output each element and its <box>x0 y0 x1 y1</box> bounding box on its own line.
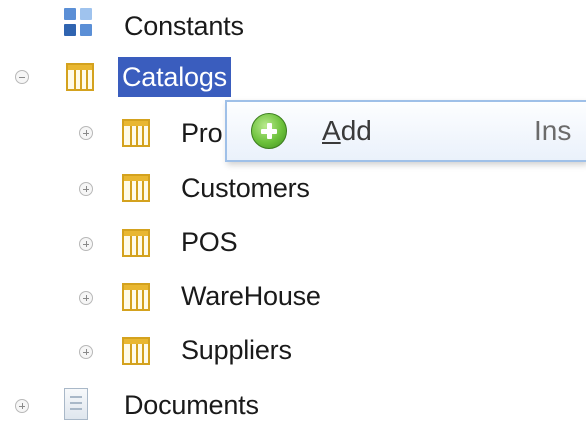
catalog-icon <box>122 283 150 311</box>
tree-node-label: Pro <box>181 118 223 148</box>
menu-item-shortcut: Ins <box>534 115 572 146</box>
tree-node-label: POS <box>181 227 238 257</box>
expand-toggle-icon[interactable] <box>15 399 29 413</box>
configuration-tree: Constants Catalogs Pro Customers POS War… <box>0 0 586 421</box>
expand-toggle-icon[interactable] <box>79 345 93 359</box>
expand-toggle-icon[interactable] <box>79 182 93 196</box>
context-menu: Add Ins <box>225 100 586 162</box>
catalog-icon <box>122 119 150 147</box>
add-icon <box>251 113 287 149</box>
accelerator-key: A <box>322 115 341 146</box>
context-menu-item-add[interactable]: Add Ins <box>227 102 586 160</box>
catalog-icon <box>122 174 150 202</box>
tree-node-label: Documents <box>124 390 259 420</box>
expand-toggle-icon[interactable] <box>79 291 93 305</box>
tree-node-label: Constants <box>124 11 244 41</box>
tree-node-label: Suppliers <box>181 335 292 365</box>
constants-icon <box>64 8 94 38</box>
catalogs-label: Catalogs <box>122 62 227 92</box>
catalog-icon <box>66 63 94 91</box>
expand-toggle-icon[interactable] <box>79 237 93 251</box>
tree-node-label: WareHouse <box>181 281 321 311</box>
menu-item-label-rest: dd <box>340 115 372 146</box>
tree-node-label-selected[interactable]: Catalogs <box>118 57 231 97</box>
catalog-icon <box>122 229 150 257</box>
expand-toggle-icon[interactable] <box>79 126 93 140</box>
catalog-icon <box>122 337 150 365</box>
documents-icon <box>64 388 88 420</box>
collapse-toggle-icon[interactable] <box>15 70 29 84</box>
tree-node-label: Customers <box>181 173 310 203</box>
menu-item-label: Add <box>322 115 372 147</box>
